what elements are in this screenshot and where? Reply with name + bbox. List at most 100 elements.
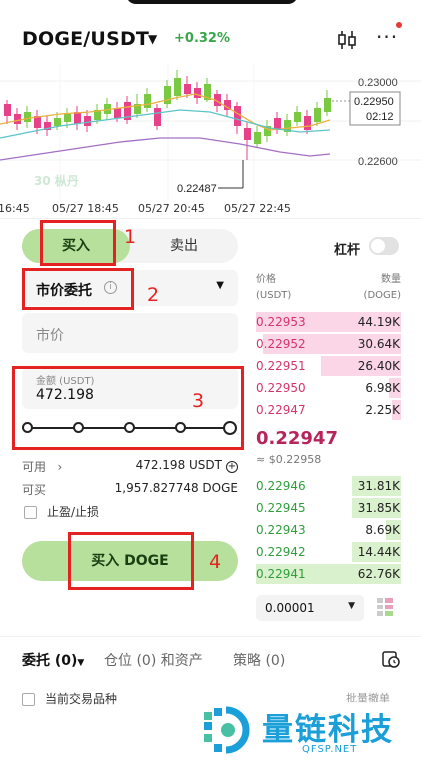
bid-price: 0.22942 xyxy=(256,545,306,559)
can-buy-value: 1,957.827748 DOGE xyxy=(114,481,238,495)
ask-price: 0.22952 xyxy=(256,337,306,351)
ask-price: 0.22947 xyxy=(256,403,306,417)
candle-body xyxy=(314,108,321,122)
candle-body xyxy=(294,112,301,122)
chevron-down-icon[interactable]: ▼ xyxy=(148,32,157,46)
current-pair-filter[interactable]: 当前交易品种 xyxy=(22,690,117,707)
candle-body xyxy=(154,108,161,126)
last-price-usd: ≈ $0.22958 xyxy=(256,453,322,466)
tab-orders-label: 委托 (0) xyxy=(22,653,78,669)
leverage-label: 杠杆 xyxy=(334,243,361,258)
bid-price: 0.22943 xyxy=(256,523,306,537)
divider xyxy=(0,218,421,219)
chevron-right-icon[interactable]: › xyxy=(57,460,62,474)
price-change: +0.32% xyxy=(174,31,230,46)
ask-row[interactable]: 0.22950 6.98K xyxy=(256,378,401,398)
available-label: 可用 xyxy=(22,460,47,474)
logo-mark xyxy=(204,706,250,754)
chevron-down-icon: ▼ xyxy=(77,658,85,668)
ask-qty: 26.40K xyxy=(357,359,400,373)
candle-body xyxy=(234,106,241,126)
divider xyxy=(0,636,421,637)
tpsl-checkbox[interactable] xyxy=(24,506,37,519)
leverage-toggle[interactable] xyxy=(369,237,399,255)
pair-title[interactable]: DOGE/USDT xyxy=(22,28,149,50)
ask-row[interactable]: 0.22951 26.40K xyxy=(256,356,401,376)
candle-body xyxy=(254,132,261,144)
ask-price: 0.22953 xyxy=(256,315,306,329)
annotation-box-4 xyxy=(68,532,194,590)
time-label: 16:45 xyxy=(0,202,30,215)
annotation-box-2 xyxy=(22,268,134,310)
tab-positions[interactable]: 仓位 (0) 和资产 xyxy=(104,650,203,670)
tab-orders[interactable]: 委托 (0)▼ xyxy=(22,650,84,670)
annotation-box-3 xyxy=(12,366,244,450)
bid-price: 0.22941 xyxy=(256,567,306,581)
toggle-knob xyxy=(371,239,385,253)
bid-row[interactable]: 0.22945 31.85K xyxy=(256,498,401,518)
candle-body xyxy=(84,116,91,126)
current-pair-checkbox[interactable] xyxy=(22,693,35,706)
candle-body xyxy=(24,112,31,122)
annotation-number-3: 3 xyxy=(192,390,205,412)
bid-qty: 8.69K xyxy=(365,523,400,537)
countdown-label: 02:12 xyxy=(366,111,394,123)
candle-body xyxy=(54,118,61,126)
ask-qty: 2.25K xyxy=(365,403,400,417)
bid-qty: 14.44K xyxy=(357,545,400,559)
price-axis-label: 0.22600 xyxy=(358,156,398,168)
price-input[interactable]: 市价 xyxy=(22,313,238,353)
orderbook-layout-icon[interactable] xyxy=(377,598,393,616)
annotation-number-1: 1 xyxy=(124,226,137,248)
candle-body xyxy=(144,94,151,108)
top-bar: DOGE/USDT ▼ +0.32% ··· xyxy=(0,0,421,72)
ask-row[interactable]: 0.22947 2.25K xyxy=(256,400,401,420)
available-value: 472.198 USDT xyxy=(135,458,222,472)
chart-watermark: 30 枞丹 xyxy=(34,174,79,188)
kline-icon[interactable] xyxy=(336,30,358,50)
tpsl-option[interactable]: 止盈/止损 xyxy=(24,503,99,520)
bid-row[interactable]: 0.22946 31.81K xyxy=(256,476,401,496)
ask-qty: 30.64K xyxy=(357,337,400,351)
low-marker: 0.22487 xyxy=(177,183,217,195)
time-label: 05/27 22:45 xyxy=(224,202,291,215)
current-pair-label: 当前交易品种 xyxy=(45,692,118,706)
last-price[interactable]: 0.22947 xyxy=(256,428,338,449)
ob-price-title: 价格 xyxy=(256,274,276,285)
chevron-down-icon: ▼ xyxy=(348,601,355,611)
time-label: 05/27 20:45 xyxy=(138,202,205,215)
ob-qty-title: 数量 xyxy=(381,274,401,285)
time-label: 05/27 18:45 xyxy=(52,202,119,215)
ask-row[interactable]: 0.22952 30.64K xyxy=(256,334,401,354)
candle-body xyxy=(324,98,331,112)
current-price-label: 0.22950 xyxy=(354,96,394,108)
logo-site: QFSP.NET xyxy=(302,744,358,755)
can-buy-label: 可买 xyxy=(22,483,47,497)
ask-price: 0.22951 xyxy=(256,359,306,373)
ask-row[interactable]: 0.22953 44.19K xyxy=(256,312,401,332)
bid-qty: 62.76K xyxy=(357,567,400,581)
tab-sell[interactable]: 卖出 xyxy=(130,229,238,263)
candlestick-chart[interactable]: 0.22487 0.23000 0.22950 02:12 0.22600 xyxy=(0,64,421,220)
tab-strategy[interactable]: 策略 (0) xyxy=(233,650,285,670)
notification-dot xyxy=(396,22,402,28)
bid-price: 0.22946 xyxy=(256,479,306,493)
price-placeholder: 市价 xyxy=(36,328,64,344)
bid-row[interactable]: 0.22941 62.76K xyxy=(256,564,401,584)
plus-icon[interactable]: + xyxy=(226,461,238,473)
candle-body xyxy=(174,78,181,96)
bid-qty: 31.85K xyxy=(357,501,400,515)
annotation-number-2: 2 xyxy=(147,284,160,306)
more-icon[interactable]: ··· xyxy=(376,27,398,47)
precision-select[interactable]: 0.00001 ▼ xyxy=(256,595,364,621)
candle-body xyxy=(244,128,251,140)
chevron-down-icon: ▼ xyxy=(216,280,224,291)
candle-body xyxy=(14,114,21,124)
order-history-icon[interactable] xyxy=(382,650,400,668)
bid-row[interactable]: 0.22943 8.69K xyxy=(256,520,401,540)
ask-price: 0.22950 xyxy=(256,381,306,395)
annotation-box-1 xyxy=(40,220,116,266)
bid-price: 0.22945 xyxy=(256,501,306,515)
candle-body xyxy=(184,84,191,94)
bid-row[interactable]: 0.22942 14.44K xyxy=(256,542,401,562)
